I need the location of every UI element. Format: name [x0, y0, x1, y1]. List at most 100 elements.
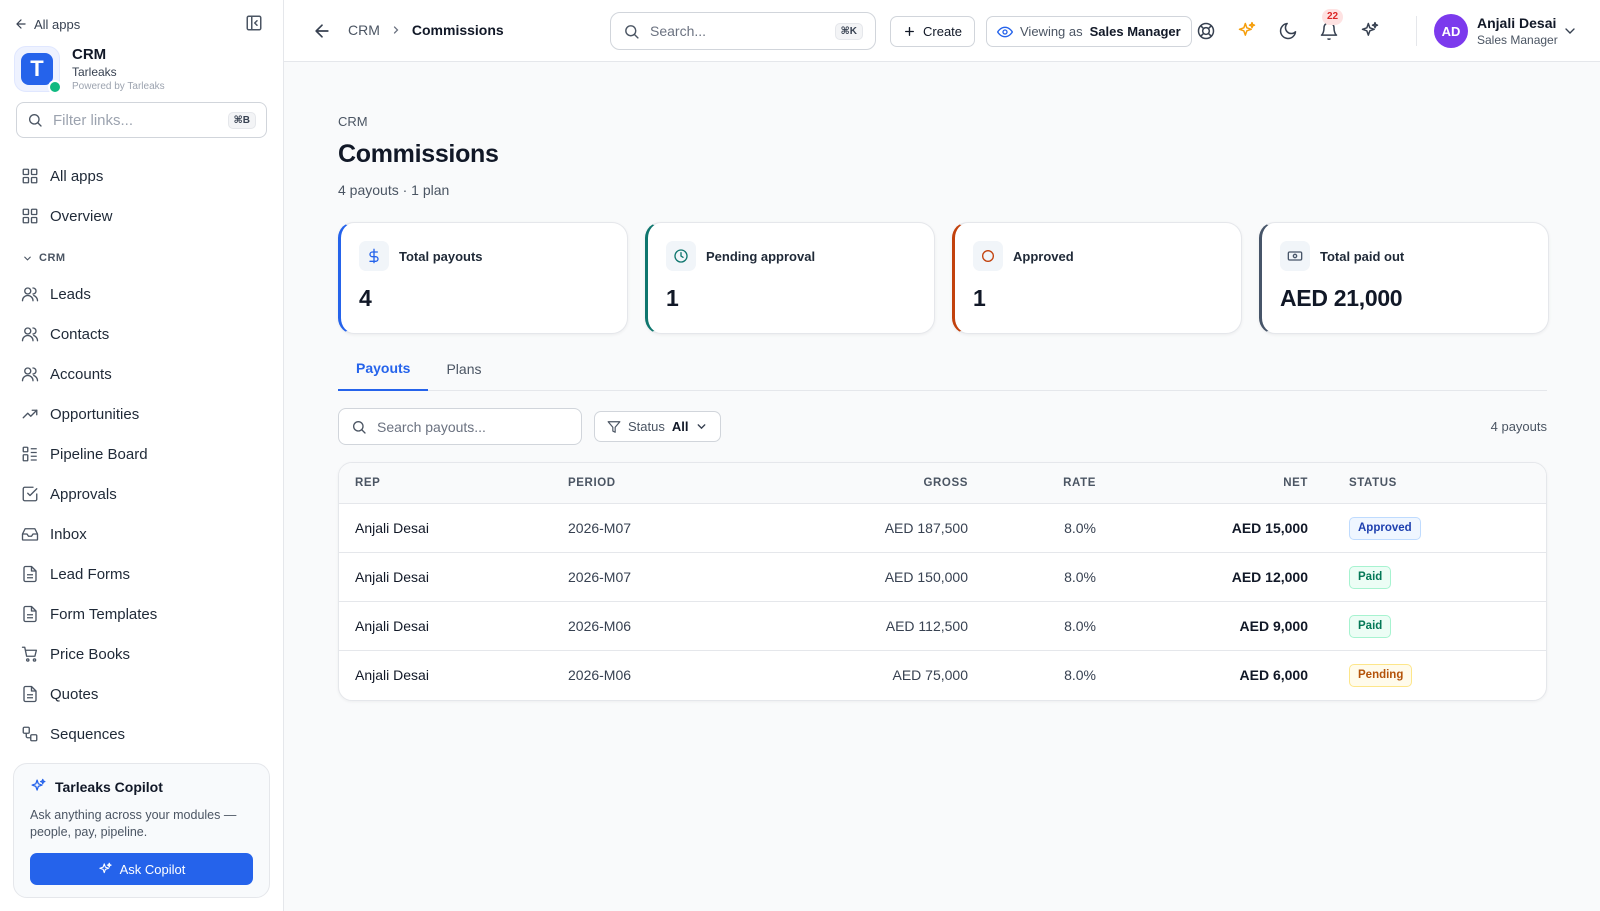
brand-logo: T: [14, 46, 62, 94]
viewing-as-switch[interactable]: Viewing as Sales Manager: [986, 16, 1192, 47]
column-header-period[interactable]: PERIOD: [568, 477, 616, 489]
stat-card-total-payouts: Total payouts 4: [338, 222, 628, 334]
column-header-rate[interactable]: RATE: [1038, 477, 1096, 489]
users-icon: [21, 285, 39, 303]
tab-plans[interactable]: Plans: [428, 347, 499, 391]
back-arrow-icon[interactable]: [312, 21, 332, 41]
user-menu-chevron-icon[interactable]: [1562, 23, 1578, 39]
tabs: Payouts Plans: [338, 347, 1547, 391]
file-icon: [21, 685, 39, 703]
sidebar-item-quotes[interactable]: Quotes: [0, 674, 283, 714]
sidebar-item-opportunities[interactable]: Opportunities: [0, 394, 283, 434]
sidebar-item-sequences[interactable]: Sequences: [0, 714, 283, 754]
all-apps-back-link[interactable]: All apps: [14, 17, 80, 32]
sidebar-item-form-templates[interactable]: Form Templates: [0, 594, 283, 634]
filter-shortcut: ⌘B: [227, 111, 256, 129]
sidebar-item-label: Contacts: [50, 325, 110, 343]
sidebar-item-inbox[interactable]: Inbox: [0, 514, 283, 554]
sidebar-item-label: Price Books: [50, 645, 131, 663]
cell-net: AED 9,000: [1239, 618, 1308, 634]
column-header-rep[interactable]: REP: [355, 477, 380, 489]
sidebar-item-approvals[interactable]: Approvals: [0, 474, 283, 514]
chevron-down-icon: [22, 253, 33, 264]
sidebar-item-accounts[interactable]: Accounts: [0, 354, 283, 394]
column-header-net[interactable]: NET: [1208, 477, 1308, 489]
sidebar-collapse-icon[interactable]: [245, 14, 265, 34]
payouts-table: REP PERIOD GROSS RATE NET STATUS Anjali …: [338, 462, 1547, 701]
stat-label: Pending approval: [706, 248, 816, 264]
stat-label: Total payouts: [399, 248, 483, 264]
sidebar-section-crm[interactable]: CRM: [0, 236, 283, 274]
sidebar-item-overview[interactable]: Overview: [0, 196, 283, 236]
grid-icon: [21, 167, 39, 185]
ai-sparkle-icon[interactable]: [1237, 21, 1257, 41]
search-payouts-placeholder: Search payouts...: [377, 418, 486, 435]
sidebar-item-label: Leads: [50, 285, 91, 303]
sparkles-icon: [30, 778, 47, 795]
sidebar-item-lead-forms[interactable]: Lead Forms: [0, 554, 283, 594]
filter-links-input[interactable]: Filter links... ⌘B: [16, 102, 267, 138]
search-payouts-input[interactable]: Search payouts...: [338, 408, 582, 445]
copilot-sparkles-icon[interactable]: [1360, 21, 1380, 41]
viewing-as-role: Sales Manager: [1089, 24, 1181, 39]
sidebar-item-pipeline-board[interactable]: Pipeline Board: [0, 434, 283, 474]
status-badge: Paid: [1349, 566, 1392, 589]
help-lifebuoy-icon[interactable]: [1196, 21, 1216, 41]
cell-rep: Anjali Desai: [355, 520, 429, 536]
users-icon: [21, 365, 39, 383]
column-header-gross[interactable]: GROSS: [868, 477, 968, 489]
cell-rate: 8.0%: [1064, 618, 1096, 634]
clock-icon: [666, 241, 696, 271]
global-search-input[interactable]: Search... ⌘K: [610, 12, 876, 50]
user-name[interactable]: Anjali Desai: [1477, 15, 1556, 31]
avatar[interactable]: AD: [1434, 14, 1468, 48]
notifications-count-badge: 22: [1322, 9, 1344, 25]
table-row[interactable]: Anjali Desai 2026-M06 AED 112,500 8.0% A…: [339, 602, 1546, 651]
table-row[interactable]: Anjali Desai 2026-M06 AED 75,000 8.0% AE…: [339, 651, 1546, 700]
table-row[interactable]: Anjali Desai 2026-M07 AED 150,000 8.0% A…: [339, 553, 1546, 602]
tab-payouts[interactable]: Payouts: [338, 347, 429, 391]
sidebar-nav: All apps Overview CRM Leads Contacts Acc…: [0, 156, 283, 754]
sidebar-item-label: Opportunities: [50, 405, 140, 423]
breadcrumb-crm[interactable]: CRM: [348, 22, 380, 38]
dark-mode-moon-icon[interactable]: [1278, 21, 1298, 41]
sidebar-item-label: Sequences: [50, 725, 126, 743]
cell-gross: AED 187,500: [884, 520, 968, 536]
grid-icon: [21, 207, 39, 225]
status-badge: Paid: [1349, 615, 1392, 638]
payout-count: 4 payouts: [1490, 419, 1547, 434]
header-divider: [1416, 16, 1417, 46]
brand-logo-letter: T: [21, 53, 53, 85]
cell-period: 2026-M07: [568, 569, 632, 585]
global-search-placeholder: Search...: [650, 23, 707, 39]
user-role: Sales Manager: [1477, 33, 1558, 47]
search-icon: [27, 112, 43, 128]
arrow-left-icon: [14, 17, 28, 31]
sequence-icon: [21, 725, 39, 743]
sidebar-item-leads[interactable]: Leads: [0, 274, 283, 314]
brand: T CRM Tarleaks Powered by Tarleaks: [0, 32, 283, 102]
cell-rate: 8.0%: [1064, 520, 1096, 536]
sidebar-item-label: Lead Forms: [50, 565, 131, 583]
cell-rep: Anjali Desai: [355, 667, 429, 683]
file-icon: [21, 605, 39, 623]
status-filter-dropdown[interactable]: Status All: [594, 411, 722, 442]
column-header-status[interactable]: STATUS: [1349, 477, 1397, 489]
ask-copilot-label: Ask Copilot: [119, 861, 186, 877]
ask-copilot-button[interactable]: Ask Copilot: [30, 853, 253, 885]
sidebar-item-price-books[interactable]: Price Books: [0, 634, 283, 674]
sidebar-item-all-apps[interactable]: All apps: [0, 156, 283, 196]
users-icon: [21, 325, 39, 343]
sidebar-item-label: Accounts: [50, 365, 112, 383]
viewing-as-prefix: Viewing as: [1020, 24, 1083, 39]
cell-rate: 8.0%: [1064, 667, 1096, 683]
eye-icon: [997, 24, 1013, 40]
create-button[interactable]: Create: [890, 16, 976, 47]
table-row[interactable]: Anjali Desai 2026-M07 AED 187,500 8.0% A…: [339, 504, 1546, 553]
cell-gross: AED 150,000: [884, 569, 968, 585]
status-filter-value: All: [671, 419, 689, 434]
cell-rep: Anjali Desai: [355, 618, 429, 634]
breadcrumb-commissions: Commissions: [411, 22, 504, 38]
sparkles-icon: [98, 862, 113, 877]
sidebar-item-contacts[interactable]: Contacts: [0, 314, 283, 354]
